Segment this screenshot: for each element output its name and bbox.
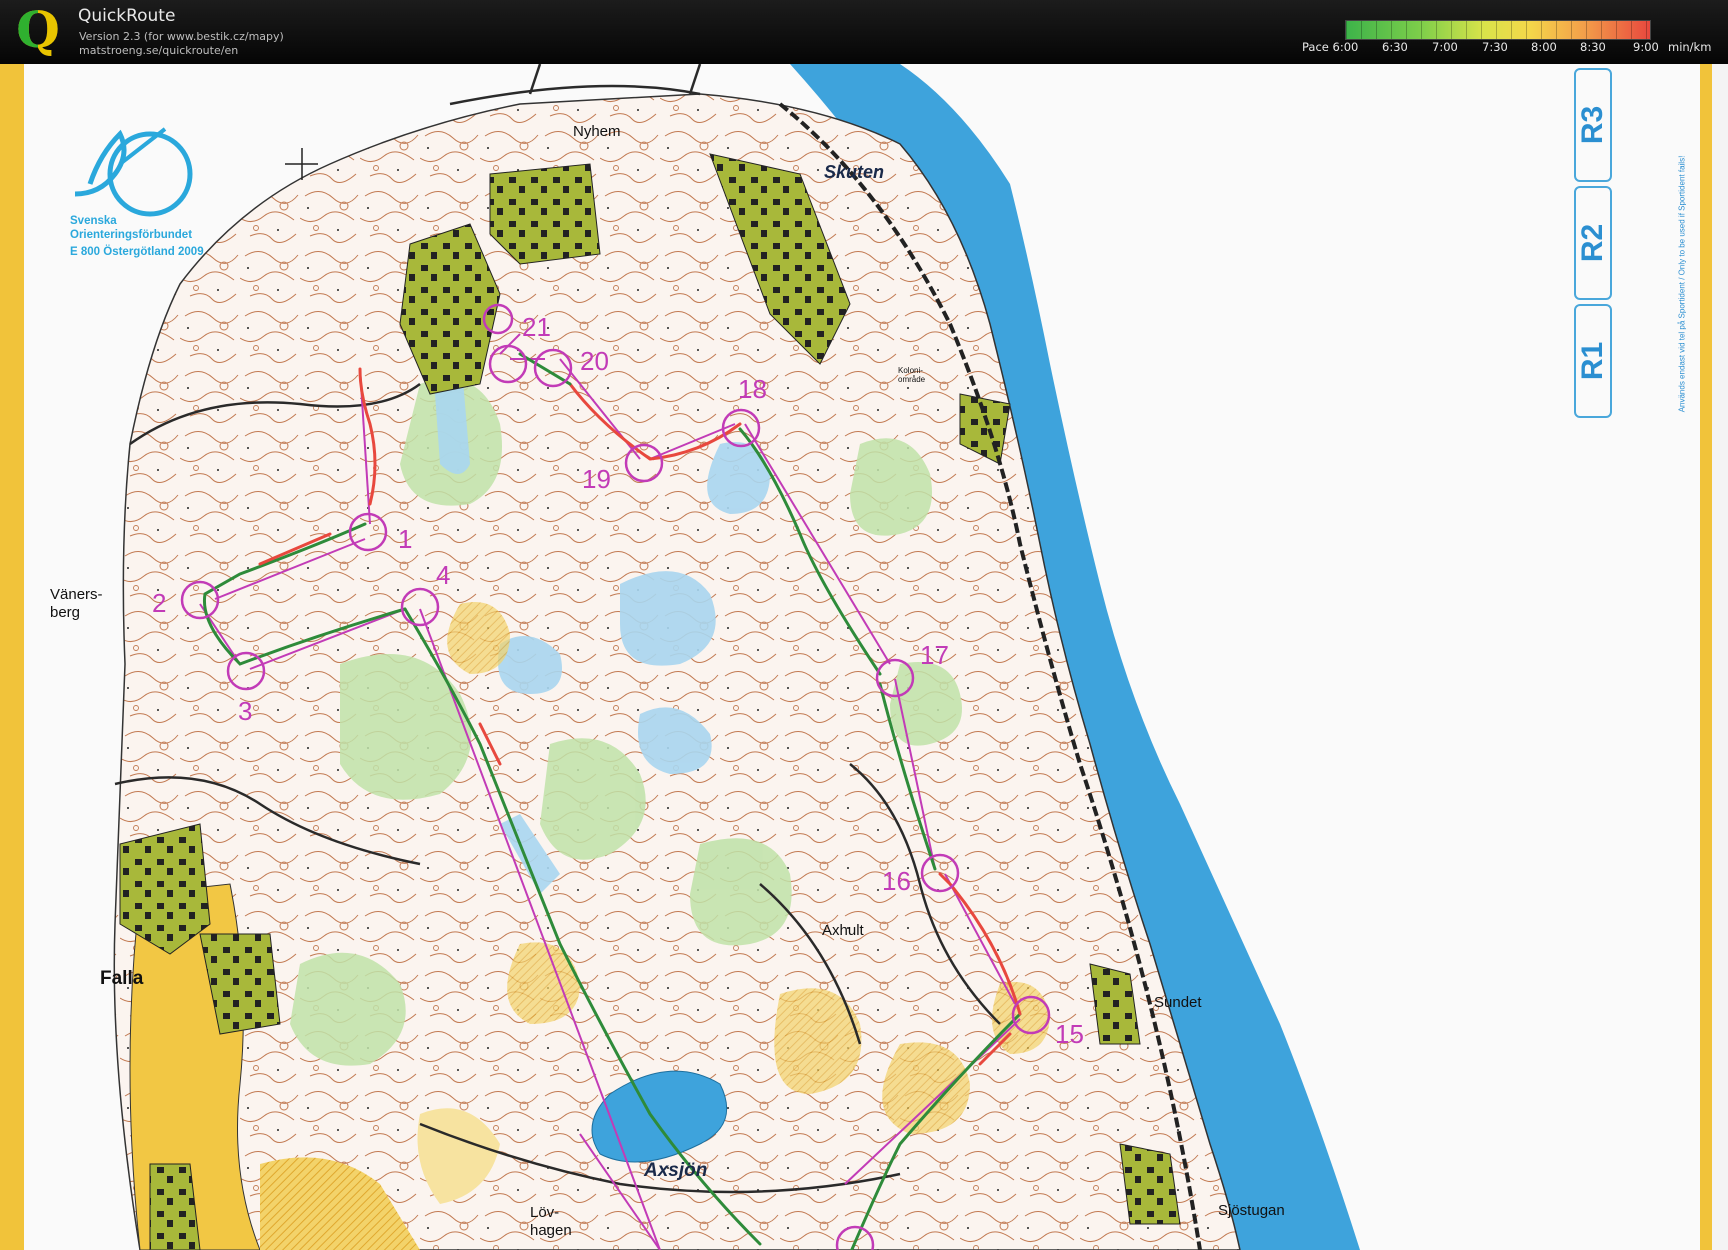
control-number: 2	[152, 588, 167, 618]
place-axsjon: Axsjön	[644, 1160, 708, 1181]
place-falla: Falla	[100, 968, 144, 989]
pace-label: 8:00	[1531, 40, 1557, 54]
place-skuten: Skuten	[824, 162, 885, 182]
control-number: 16	[882, 866, 911, 896]
pace-label: 8:30	[1580, 40, 1606, 54]
control-number: 20	[580, 346, 609, 376]
pace-label: 9:00	[1633, 40, 1659, 54]
place-vanersberg-2: berg	[50, 604, 81, 621]
sportident-note: Används endast vid tel på Sportident / O…	[1677, 155, 1687, 413]
app-url: matstroeng.se/quickroute/en	[79, 44, 239, 57]
pace-label: 7:30	[1482, 40, 1508, 54]
control-number: 21	[522, 312, 551, 342]
control-number: 19	[582, 464, 611, 494]
control-number: 4	[436, 560, 451, 590]
pace-label: 6:30	[1382, 40, 1408, 54]
pace-label: min/km	[1668, 40, 1712, 54]
control-number: 15	[1055, 1019, 1084, 1049]
place-axhult: Axhult	[822, 922, 864, 939]
control-number: 17	[920, 640, 949, 670]
pace-label: Pace 6:00	[1302, 40, 1359, 54]
event-label: E 800 Östergötland 2009	[70, 246, 204, 258]
place-lovhagen-1: Löv-	[530, 1204, 560, 1221]
pace-label: 7:00	[1432, 40, 1458, 54]
control-number: 1	[398, 524, 413, 554]
app-version: Version 2.3 (for www.bestik.cz/mapy)	[79, 30, 284, 43]
place-sundet: Sundet	[1154, 994, 1202, 1011]
pace-color-scale	[1345, 20, 1651, 40]
app-title: QuickRoute	[78, 6, 176, 26]
pace-legend-labels: Pace 6:00 6:30 7:00 7:30 8:00 8:30 9:00 …	[1302, 40, 1722, 56]
place-lovhagen-2: hagen	[530, 1222, 572, 1239]
relay-box-r3: R3	[1574, 68, 1612, 182]
relay-box-r1: R1	[1574, 304, 1612, 418]
federation-name-line2: Orienteringsförbundet	[70, 229, 193, 241]
app-header: QQ QuickRoute Version 2.3 (for www.besti…	[0, 0, 1728, 64]
place-nyhem: Nyhem	[573, 123, 621, 140]
orienteering-map[interactable]: Svenska Orienteringsförbundet E 800 Öste…	[0, 64, 1728, 1250]
control-number: 18	[738, 374, 767, 404]
federation-name-line1: Svenska	[70, 215, 117, 227]
place-vanersberg-1: Väners-	[50, 586, 103, 603]
quickroute-logo-icon: QQ	[16, 0, 60, 59]
place-koloni-2: område	[898, 375, 926, 384]
place-sjostugan: Sjöstugan	[1218, 1202, 1285, 1219]
map-graphic	[0, 64, 1728, 1250]
control-number: 3	[238, 696, 253, 726]
relay-box-r2: R2	[1574, 186, 1612, 300]
place-koloni-1: Koloni-	[898, 366, 923, 375]
